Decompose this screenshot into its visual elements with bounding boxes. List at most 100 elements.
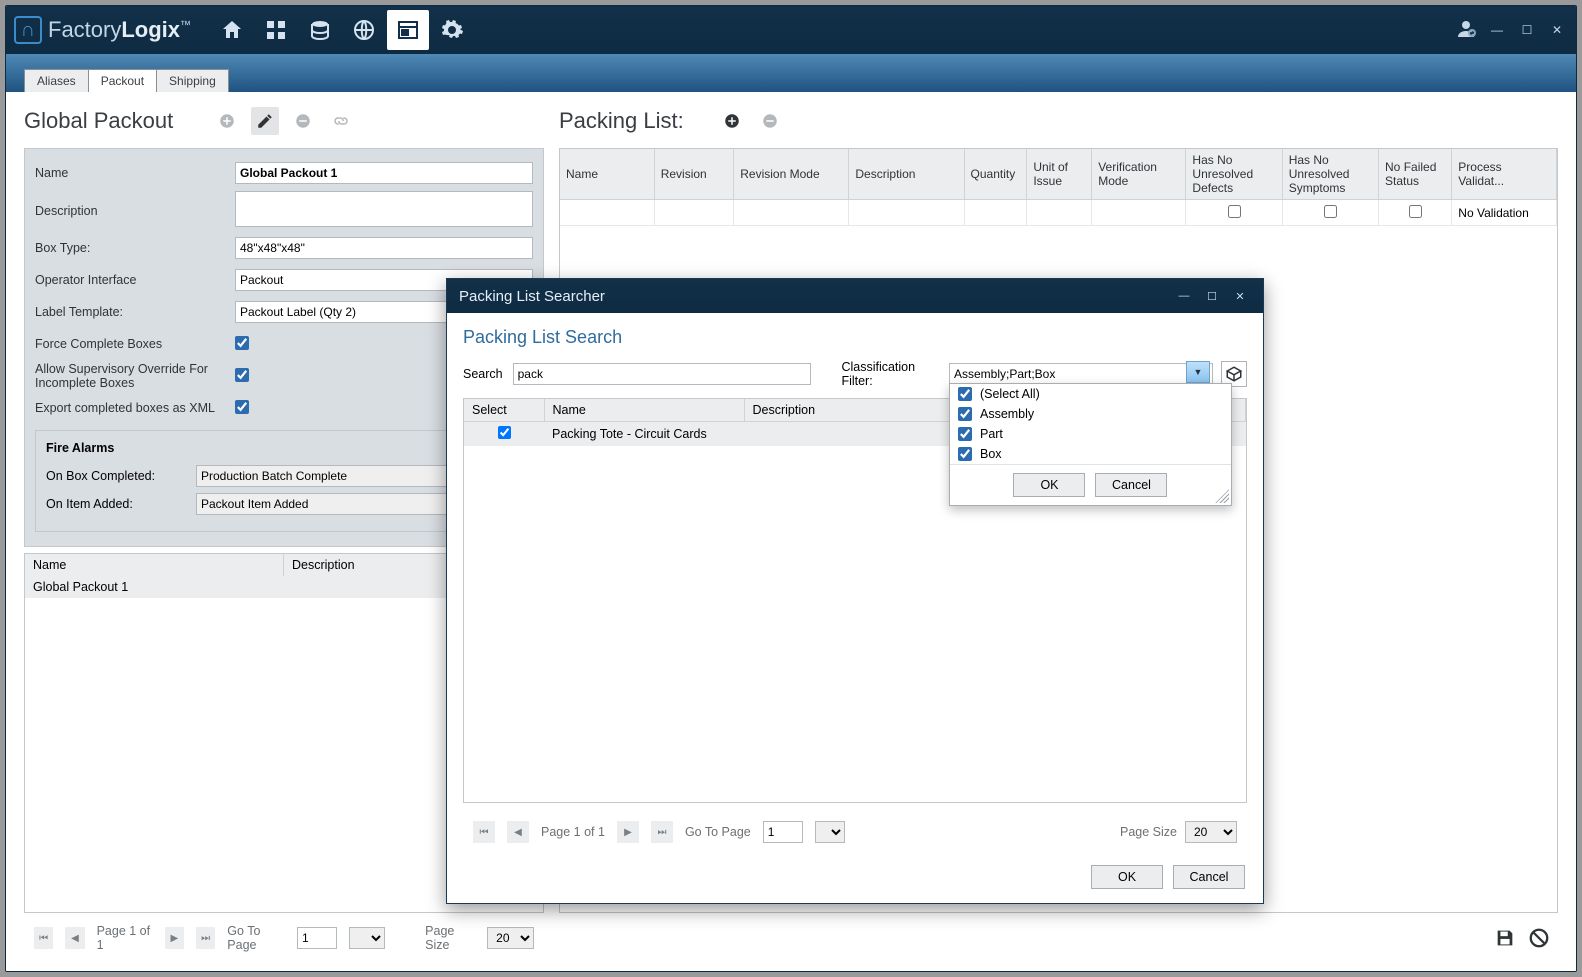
col-verif[interactable]: Verification Mode <box>1092 149 1186 200</box>
force-checkbox[interactable] <box>235 336 249 350</box>
next-page-button[interactable]: ▶ <box>165 927 184 949</box>
col-procval[interactable]: Process Validat... <box>1452 149 1557 200</box>
dialog-ok-button[interactable]: OK <box>1091 865 1163 889</box>
tab-aliases[interactable]: Aliases <box>24 69 89 92</box>
dialog-goto-label: Go To Page <box>685 825 751 839</box>
dialog-minimize-button[interactable]: — <box>1173 290 1195 303</box>
description-input[interactable] <box>235 191 533 227</box>
dialog-size-select[interactable]: 20 <box>1185 821 1237 843</box>
restore-button[interactable]: ☐ <box>1516 23 1538 37</box>
right-header: Packing List: <box>559 104 1558 138</box>
link-icon[interactable] <box>327 107 355 135</box>
row-select-checkbox[interactable] <box>498 426 511 439</box>
gear-icon[interactable] <box>431 10 473 50</box>
exportxml-label: Export completed boxes as XML <box>35 401 235 415</box>
override-checkbox[interactable] <box>235 368 249 382</box>
goto-input[interactable] <box>297 927 337 949</box>
packing-list-title: Packing List: <box>559 108 684 134</box>
dialog-goto-select[interactable] <box>815 821 845 843</box>
add-icon[interactable] <box>213 107 241 135</box>
save-icon[interactable] <box>1494 927 1516 949</box>
dialog-titlebar[interactable]: Packing List Searcher — ☐ ✕ <box>447 279 1263 313</box>
edit-icon[interactable] <box>251 107 279 135</box>
dropdown-ok-button[interactable]: OK <box>1013 473 1085 497</box>
add-packing-icon[interactable] <box>718 107 746 135</box>
checkbox-select-all[interactable] <box>958 387 972 401</box>
col-uoi[interactable]: Unit of Issue <box>1027 149 1092 200</box>
option-part[interactable]: Part <box>950 424 1231 444</box>
page-text: Page 1 of 1 <box>97 924 153 952</box>
cancel-icon[interactable] <box>1528 927 1550 949</box>
option-box[interactable]: Box <box>950 444 1231 464</box>
col-qty[interactable]: Quantity <box>964 149 1027 200</box>
symptoms-checkbox[interactable] <box>1324 205 1337 218</box>
size-select[interactable]: 20 <box>487 927 534 949</box>
failed-checkbox[interactable] <box>1409 205 1422 218</box>
dialog-prev-page-button[interactable]: ◀ <box>507 821 529 843</box>
name-input[interactable] <box>235 162 533 184</box>
packing-list-searcher-dialog: Packing List Searcher — ☐ ✕ Packing List… <box>446 278 1264 904</box>
col-select[interactable]: Select <box>464 399 544 422</box>
last-page-button[interactable]: ⏭ <box>196 927 215 949</box>
col-name[interactable]: Name <box>25 554 284 576</box>
dialog-heading: Packing List Search <box>463 327 1247 348</box>
boxtype-input[interactable] <box>235 237 533 259</box>
dialog-cancel-button[interactable]: Cancel <box>1173 865 1245 889</box>
labeltemplate-label: Label Template: <box>35 305 235 319</box>
dialog-page-text: Page 1 of 1 <box>541 825 605 839</box>
window-icon[interactable] <box>387 10 429 50</box>
col-name[interactable]: Name <box>544 399 744 422</box>
row-name: Global Packout 1 <box>25 576 284 598</box>
dialog-close-button[interactable]: ✕ <box>1229 290 1251 303</box>
dialog-body: Packing List Search Search Classificatio… <box>447 313 1263 903</box>
dialog-first-page-button[interactable]: ⏮ <box>473 821 495 843</box>
remove-icon[interactable] <box>289 107 317 135</box>
tab-shipping[interactable]: Shipping <box>156 69 229 92</box>
description-label: Description <box>35 204 235 218</box>
checkbox-assembly[interactable] <box>958 407 972 421</box>
goto-select[interactable] <box>349 927 385 949</box>
option-assembly[interactable]: Assembly <box>950 404 1231 424</box>
col-revision[interactable]: Revision <box>654 149 734 200</box>
globe-icon[interactable] <box>343 10 385 50</box>
checkbox-box[interactable] <box>958 447 972 461</box>
right-footer-icons <box>1494 927 1558 949</box>
grid-icon[interactable] <box>255 10 297 50</box>
first-page-button[interactable]: ⏮ <box>34 927 53 949</box>
option-select-all[interactable]: (Select All) <box>950 384 1231 404</box>
goto-label: Go To Page <box>227 924 285 952</box>
classification-input[interactable] <box>949 363 1213 385</box>
dialog-last-page-button[interactable]: ⏭ <box>651 821 673 843</box>
col-failed[interactable]: No Failed Status <box>1379 149 1452 200</box>
chevron-down-icon[interactable]: ▼ <box>1186 361 1210 383</box>
user-icon[interactable] <box>1454 17 1478 44</box>
dialog-restore-button[interactable]: ☐ <box>1201 290 1223 303</box>
logo-text: FactoryLogix™ <box>48 17 191 43</box>
search-input[interactable] <box>513 363 811 385</box>
tab-packout[interactable]: Packout <box>88 69 157 92</box>
dialog-goto-input[interactable] <box>763 821 803 843</box>
col-revmode[interactable]: Revision Mode <box>734 149 849 200</box>
override-label: Allow Supervisory Override For Incomplet… <box>35 362 235 390</box>
col-defects[interactable]: Has No Unresolved Defects <box>1186 149 1282 200</box>
col-name[interactable]: Name <box>560 149 654 200</box>
resize-grip[interactable] <box>1215 489 1229 503</box>
minimize-button[interactable]: — <box>1486 23 1508 37</box>
remove-packing-icon[interactable] <box>756 107 784 135</box>
home-icon[interactable] <box>211 10 253 50</box>
exportxml-checkbox[interactable] <box>235 400 249 414</box>
checkbox-part[interactable] <box>958 427 972 441</box>
table-row[interactable]: No Validation <box>560 200 1557 226</box>
left-footer: ⏮ ◀ Page 1 of 1 ▶ ⏭ Go To Page Page Size… <box>24 917 544 959</box>
col-symptoms[interactable]: Has No Unresolved Symptoms <box>1282 149 1378 200</box>
close-button[interactable]: ✕ <box>1546 23 1568 37</box>
document-tabs: Aliases Packout Shipping <box>6 54 1576 92</box>
col-desc[interactable]: Description <box>849 149 964 200</box>
dialog-next-page-button[interactable]: ▶ <box>617 821 639 843</box>
dropdown-cancel-button[interactable]: Cancel <box>1095 473 1167 497</box>
classification-label: Classification Filter: <box>841 360 939 388</box>
stack-icon[interactable] <box>299 10 341 50</box>
defects-checkbox[interactable] <box>1228 205 1241 218</box>
global-packout-title: Global Packout <box>24 108 173 134</box>
prev-page-button[interactable]: ◀ <box>65 927 84 949</box>
